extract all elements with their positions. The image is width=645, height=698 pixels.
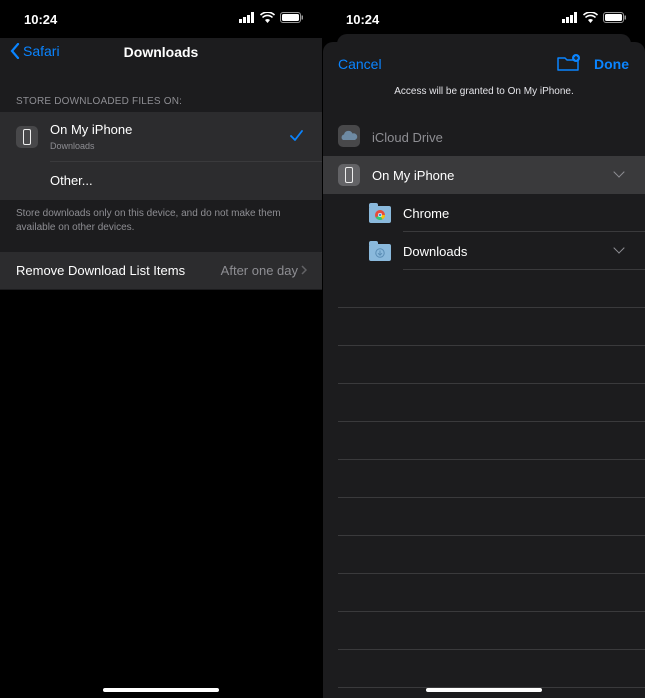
chrome-logo-icon bbox=[375, 210, 385, 220]
access-note: Access will be granted to On My iPhone. bbox=[394, 86, 574, 97]
location-on-my-iphone[interactable]: On My iPhone Downloads bbox=[0, 112, 322, 162]
cancel-button[interactable]: Cancel bbox=[338, 56, 382, 72]
new-folder-icon[interactable] bbox=[557, 54, 581, 72]
battery-icon bbox=[280, 12, 303, 23]
iphone-icon bbox=[16, 126, 38, 148]
home-indicator bbox=[426, 688, 542, 692]
folder-label: Chrome bbox=[403, 206, 450, 221]
downloads-folder-icon bbox=[369, 241, 391, 261]
file-picker-sheet: Cancel Done Access will be granted to On… bbox=[323, 42, 645, 698]
chevron-right-icon bbox=[301, 265, 307, 275]
folder-downloads[interactable]: Downloads bbox=[323, 232, 645, 270]
wifi-icon bbox=[583, 12, 598, 23]
remove-value: After one day bbox=[220, 263, 298, 278]
status-time: 10:24 bbox=[24, 12, 58, 27]
signal-icon bbox=[239, 12, 254, 23]
folder-label: Downloads bbox=[403, 244, 468, 259]
empty-list-area bbox=[338, 270, 645, 698]
status-icons bbox=[239, 12, 304, 23]
status-bar: 10:24 bbox=[323, 0, 645, 38]
chrome-folder-icon bbox=[369, 203, 391, 223]
location-other[interactable]: Other... bbox=[0, 162, 322, 200]
chevron-down-icon[interactable] bbox=[613, 242, 625, 254]
wifi-icon bbox=[260, 12, 275, 23]
status-time: 10:24 bbox=[346, 12, 380, 27]
remove-label: Remove Download List Items bbox=[16, 263, 186, 278]
download-arrow-icon bbox=[375, 248, 385, 258]
location-name: On My iPhone bbox=[50, 122, 133, 137]
folder-chrome[interactable]: Chrome bbox=[323, 194, 645, 232]
location-subtitle: Downloads bbox=[50, 141, 95, 151]
footer-note: Store downloads only on this device, and… bbox=[16, 208, 281, 233]
location-on-my-iphone[interactable]: On My iPhone bbox=[323, 156, 645, 194]
status-bar: 10:24 bbox=[0, 0, 322, 38]
nav-bar: Safari Downloads bbox=[0, 38, 322, 70]
icloud-label: iCloud Drive bbox=[372, 130, 443, 145]
status-icons bbox=[562, 12, 627, 23]
other-label: Other... bbox=[50, 173, 93, 188]
checkmark-icon bbox=[290, 130, 303, 141]
remove-download-list-items-row[interactable]: Remove Download List Items After one day bbox=[0, 252, 322, 289]
file-picker-screen: 10:24 Cancel Done Access will be granted… bbox=[323, 0, 645, 698]
signal-icon bbox=[562, 12, 577, 23]
iphone-icon bbox=[338, 164, 360, 186]
icloud-icon bbox=[338, 125, 360, 147]
home-indicator bbox=[103, 688, 219, 692]
settings-downloads-screen: 10:24 Safari Downloads STORE DOWNLOADED … bbox=[0, 0, 322, 698]
section-header: STORE DOWNLOADED FILES ON: bbox=[16, 96, 183, 107]
done-button[interactable]: Done bbox=[594, 56, 629, 72]
page-title: Downloads bbox=[123, 44, 199, 60]
location-icloud-drive[interactable]: iCloud Drive bbox=[323, 118, 645, 156]
chevron-down-icon[interactable] bbox=[613, 166, 625, 178]
battery-icon bbox=[603, 12, 626, 23]
iphone-label: On My iPhone bbox=[372, 168, 455, 183]
